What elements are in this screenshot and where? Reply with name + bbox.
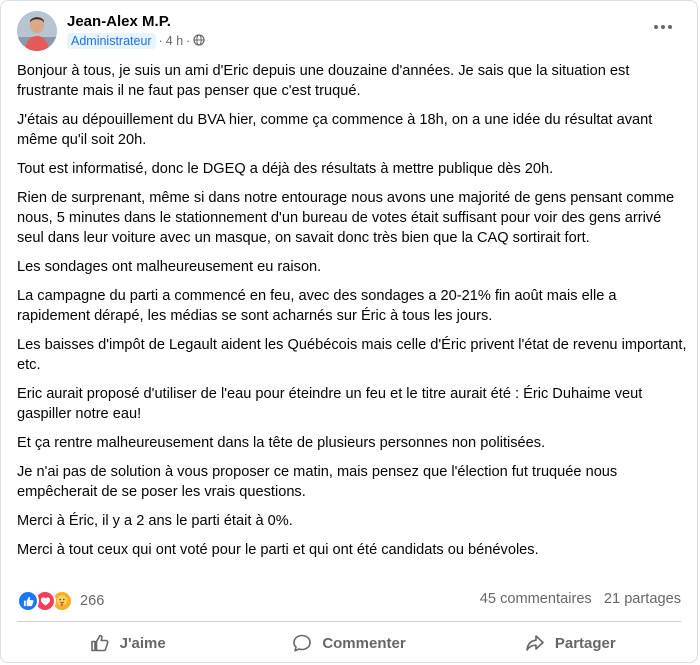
like-label: J'aime bbox=[119, 634, 166, 652]
post-paragraph: Tout est informatisé, donc le DGEQ a déj… bbox=[17, 161, 554, 177]
post-body: Bonjour à tous, je suis un ami d'Eric de… bbox=[17, 61, 687, 569]
post-paragraph: Merci à tout ceux qui ont voté pour le p… bbox=[17, 542, 539, 558]
avatar[interactable] bbox=[17, 11, 57, 51]
post-meta: Administrateur · 4 h · bbox=[67, 33, 205, 49]
reactions-summary[interactable]: 266 bbox=[17, 590, 104, 612]
post-paragraph: Je n'ai pas de solution à vous proposer … bbox=[17, 464, 618, 500]
avatar-image bbox=[17, 11, 57, 51]
post-stats: 266 45 commentaires 21 partages bbox=[17, 590, 681, 612]
post-paragraph: J'étais au dépouillement du BVA hier, co… bbox=[17, 112, 653, 148]
post-paragraph: Eric aurait proposé d'utiliser de l'eau … bbox=[17, 386, 643, 422]
share-arrow-icon bbox=[525, 633, 545, 653]
admin-badge: Administrateur bbox=[67, 33, 156, 49]
post-paragraph: Les sondages ont malheureusement eu rais… bbox=[17, 259, 322, 275]
author-name[interactable]: Jean-Alex M.P. bbox=[67, 13, 171, 30]
share-label: Partager bbox=[554, 634, 616, 652]
post-header: Jean-Alex M.P. Administrateur · 4 h · bbox=[17, 11, 683, 55]
post-paragraph: Bonjour à tous, je suis un ami d'Eric de… bbox=[17, 63, 630, 99]
post-paragraph: Et ça rentre malheureusement dans la têt… bbox=[17, 435, 546, 451]
comment-button[interactable]: Commenter bbox=[238, 625, 459, 661]
speech-bubble-icon bbox=[292, 633, 312, 653]
post-card: Jean-Alex M.P. Administrateur · 4 h · Bo… bbox=[0, 0, 698, 663]
globe-icon[interactable] bbox=[193, 33, 205, 49]
thumbs-up-icon bbox=[90, 633, 110, 653]
like-reaction-icon bbox=[17, 590, 39, 612]
like-button[interactable]: J'aime bbox=[17, 625, 238, 661]
shares-count[interactable]: 21 partages bbox=[604, 591, 681, 607]
meta-separator: · bbox=[186, 34, 191, 48]
meta-separator: · bbox=[158, 34, 163, 48]
comment-label: Commenter bbox=[322, 634, 406, 652]
post-paragraph: La campagne du parti a commencé en feu, … bbox=[17, 288, 617, 324]
reaction-count[interactable]: 266 bbox=[80, 593, 104, 609]
comments-count[interactable]: 45 commentaires bbox=[480, 591, 592, 607]
post-time[interactable]: 4 h bbox=[166, 34, 183, 48]
share-button[interactable]: Partager bbox=[460, 625, 681, 661]
post-paragraph: Les baisses d'impôt de Legault aident le… bbox=[17, 337, 687, 373]
post-paragraph: Merci à Éric, il y a 2 ans le parti étai… bbox=[17, 513, 293, 529]
stats-divider bbox=[17, 621, 681, 622]
stats-right: 45 commentaires 21 partages bbox=[480, 591, 681, 607]
post-actions: J'aime Commenter Partager bbox=[17, 625, 681, 661]
post-paragraph: Rien de surprenant, même si dans notre e… bbox=[17, 190, 675, 246]
more-options-icon[interactable] bbox=[653, 19, 673, 30]
